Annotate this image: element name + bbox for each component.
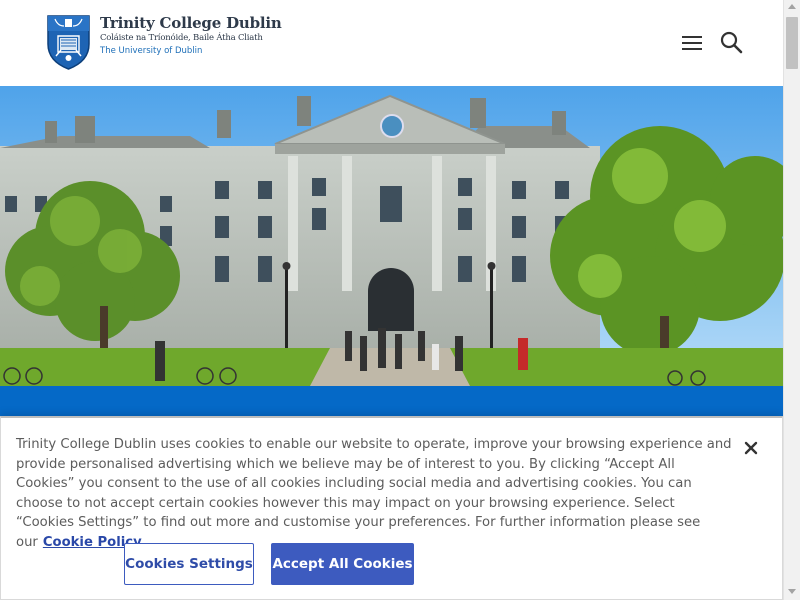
vertical-scrollbar[interactable]: [783, 0, 800, 600]
hero-blue-band: [0, 386, 783, 416]
cookies-settings-button[interactable]: Cookies Settings: [124, 543, 254, 585]
cookie-message: Trinity College Dublin uses cookies to e…: [16, 435, 736, 552]
hamburger-menu-icon[interactable]: [680, 33, 704, 53]
logo-title: Trinity College Dublin: [100, 14, 282, 32]
accept-all-cookies-button[interactable]: Accept All Cookies: [271, 543, 414, 585]
page: Trinity College Dublin Coláiste na Tríon…: [0, 0, 800, 600]
scroll-down-arrow-icon[interactable]: [788, 589, 796, 594]
logo-text: Trinity College Dublin Coláiste na Tríon…: [100, 14, 282, 58]
college-crest-icon: [47, 15, 90, 70]
logo-irish-name: Coláiste na Tríonóide, Baile Átha Cliath: [100, 33, 263, 43]
campus-building-photo: [0, 86, 783, 386]
logo-subtitle: The University of Dublin: [100, 46, 203, 56]
close-icon[interactable]: [742, 439, 760, 457]
site-header: Trinity College Dublin Coláiste na Tríon…: [0, 0, 783, 86]
search-icon[interactable]: [719, 30, 743, 54]
cookie-banner: Trinity College Dublin uses cookies to e…: [0, 416, 783, 600]
scroll-up-arrow-icon[interactable]: [788, 4, 796, 9]
scrollbar-thumb[interactable]: [786, 17, 798, 69]
cookie-message-text: Trinity College Dublin uses cookies to e…: [16, 437, 732, 550]
logo-link[interactable]: Trinity College Dublin Coláiste na Tríon…: [46, 14, 282, 70]
hero-image: [0, 86, 783, 386]
